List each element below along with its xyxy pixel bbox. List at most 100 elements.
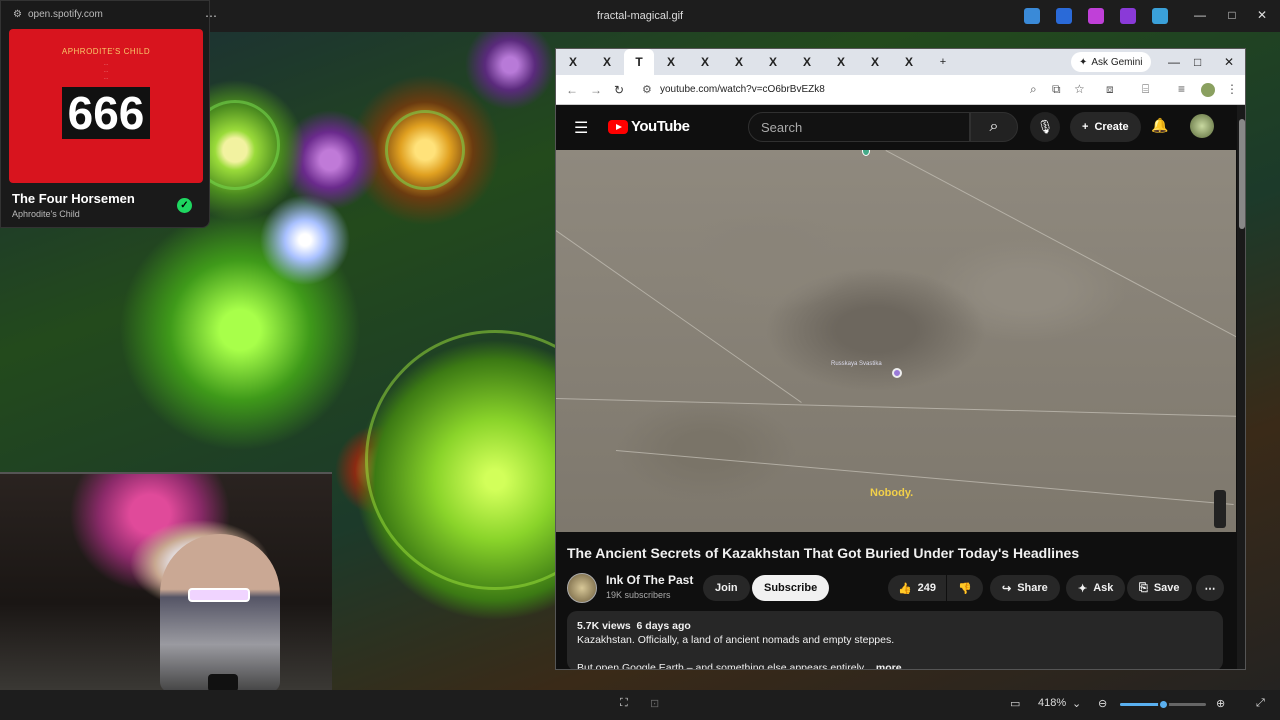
spotify-url: ⚙ open.spotify.com (13, 9, 103, 20)
aspect-icon[interactable]: ▭ (1010, 697, 1020, 710)
album-fineprint: ⋯ ⋯ ⋯ (103, 62, 109, 82)
browser-window: X X T X X X X X X X X + ✦ Ask Gemini — □ ✕ ← → ↻ ⚙ y… (555, 48, 1246, 670)
youtube-logo-icon[interactable] (608, 120, 628, 134)
browser-tab[interactable]: X (790, 49, 824, 75)
ask-button[interactable]: ✦ Ask (1066, 575, 1126, 601)
browser-tab[interactable]: X (556, 49, 590, 75)
share-button[interactable]: ↪ Share (990, 575, 1060, 601)
extensions-icon[interactable]: ⧈ (1106, 82, 1114, 97)
album-number: 666 (61, 87, 151, 139)
install-icon[interactable]: ⧉ (1052, 82, 1061, 97)
close-icon[interactable]: ✕ (1224, 55, 1234, 69)
search-icon[interactable]: ⌕ (970, 112, 1018, 142)
tab-label: X (904, 55, 913, 69)
profile-avatar[interactable] (1201, 83, 1215, 97)
reload-icon[interactable]: ↻ (614, 83, 624, 97)
spotify-miniplayer: ⚙ open.spotify.com ⋯ APHRODITE'S CHILD ⋯ ⋯… (0, 0, 217, 228)
zoom-slider-fill (1120, 703, 1163, 706)
app-icon[interactable] (1088, 8, 1104, 24)
saved-check-icon[interactable]: ✓ (177, 198, 192, 213)
browser-tab[interactable]: T (624, 49, 654, 75)
video-player[interactable]: Russkaya Svastika Nobody. (556, 150, 1236, 532)
maximize-icon[interactable]: □ (1194, 55, 1201, 69)
crop-icon[interactable]: ⊡ (650, 697, 659, 710)
mic-icon[interactable]: 🎙 (1030, 112, 1060, 142)
browser-tab[interactable]: X (892, 49, 926, 75)
description-line: Kazakhstan. Officially, a land of ancien… (577, 634, 895, 646)
road (885, 150, 1236, 349)
browser-tab[interactable]: X (654, 49, 688, 75)
youtube-page: ☰ YouTube Search ⌕ 🎙 + Create 🔔 Russkaya … (556, 105, 1236, 669)
channel-name[interactable]: Ink Of The Past (606, 573, 693, 587)
url-field[interactable]: youtube.com/watch?v=cO6brBvEZk8 (660, 84, 825, 95)
create-button[interactable]: + Create (1070, 112, 1141, 142)
album-artist: APHRODITE'S CHILD (61, 47, 151, 56)
join-button[interactable]: Join (703, 575, 750, 601)
app-icon[interactable] (1024, 8, 1040, 24)
subscribe-button[interactable]: Subscribe (752, 575, 830, 601)
bell-icon[interactable]: 🔔 (1151, 117, 1168, 134)
road (556, 398, 1236, 418)
ask-gemini-button[interactable]: ✦ Ask Gemini (1071, 52, 1151, 72)
thumbs-down-icon: 👎 (958, 582, 972, 595)
browser-tab[interactable]: X (722, 49, 756, 75)
description-box[interactable]: 5.7K views 6 days ago Kazakhstan. Offici… (567, 611, 1223, 669)
like-button[interactable]: 👍 249 (888, 575, 946, 601)
scrollbar-thumb[interactable] (1239, 119, 1245, 229)
close-icon[interactable]: ✕ (1254, 8, 1270, 22)
back-icon[interactable]: ← (566, 83, 578, 97)
forward-icon[interactable]: → (590, 83, 602, 97)
song-artist[interactable]: Aphrodite's Child (12, 209, 80, 219)
browser-tab[interactable]: X (756, 49, 790, 75)
song-title[interactable]: The Four Horsemen (12, 191, 135, 206)
fullscreen-icon[interactable]: ⤢ (1256, 697, 1265, 710)
search-input[interactable]: Search (748, 112, 970, 142)
zoom-out-icon[interactable]: ⊖ (1098, 697, 1107, 710)
tab-label: X (768, 55, 777, 69)
fractal-ring (385, 110, 465, 190)
channel-avatar[interactable] (567, 573, 597, 603)
zoom-value[interactable]: 418% (1038, 697, 1066, 709)
more-icon[interactable]: ⋯ (1196, 575, 1224, 601)
map-pin-icon (892, 368, 902, 378)
media-icon[interactable]: ≡ (1178, 82, 1185, 96)
app-icon[interactable] (1152, 8, 1168, 24)
browser-tab[interactable]: X (590, 49, 624, 75)
save-button[interactable]: ⎘ Save (1127, 575, 1192, 601)
map-zoom-control (1214, 490, 1226, 528)
app-icon[interactable] (1120, 8, 1136, 24)
zoom-icon[interactable]: ⌕ (1030, 82, 1037, 97)
hamburger-icon[interactable]: ☰ (574, 118, 588, 138)
browser-tab[interactable]: X (824, 49, 858, 75)
more-link[interactable]: ...more (867, 662, 901, 669)
minimize-icon[interactable]: — (1192, 8, 1208, 22)
sparkle-icon: ✦ (1078, 582, 1088, 595)
tab-label: X (602, 55, 611, 69)
minimize-icon[interactable]: — (1168, 55, 1180, 69)
youtube-logo-text[interactable]: YouTube (631, 118, 690, 135)
tab-label: X (870, 55, 879, 69)
browser-tab[interactable]: X (858, 49, 892, 75)
share-icon: ↪ (1002, 582, 1012, 595)
album-art[interactable]: APHRODITE'S CHILD ⋯ ⋯ ⋯ 666 (9, 29, 203, 183)
subscriber-count: 19K subscribers (606, 590, 671, 600)
tune-icon: ⚙ (13, 9, 22, 20)
user-avatar[interactable] (1190, 114, 1214, 138)
dislike-button[interactable]: 👎 (947, 575, 983, 601)
more-icon[interactable]: ⋯ (205, 9, 217, 23)
chevron-down-icon[interactable]: ⌄ (1072, 697, 1081, 710)
zoom-slider[interactable] (1120, 699, 1206, 710)
menu-icon[interactable]: ⋮ (1226, 82, 1238, 96)
maximize-icon[interactable]: □ (1224, 8, 1240, 22)
map-place-label: Russkaya Svastika (831, 361, 882, 367)
fit-icon[interactable]: ⛶ (620, 697, 628, 710)
new-tab-icon[interactable]: + (926, 49, 960, 75)
zoom-in-icon[interactable]: ⊕ (1216, 697, 1225, 710)
site-info-icon[interactable]: ⚙ (642, 83, 652, 96)
app-icon[interactable] (1056, 8, 1072, 24)
scrollbar[interactable] (1237, 105, 1245, 669)
bookmark-star-icon[interactable]: ☆ (1074, 82, 1085, 96)
browser-tab[interactable]: X (688, 49, 722, 75)
tab-search-icon[interactable]: ⌸ (1142, 82, 1149, 97)
zoom-slider-knob[interactable] (1158, 699, 1169, 710)
